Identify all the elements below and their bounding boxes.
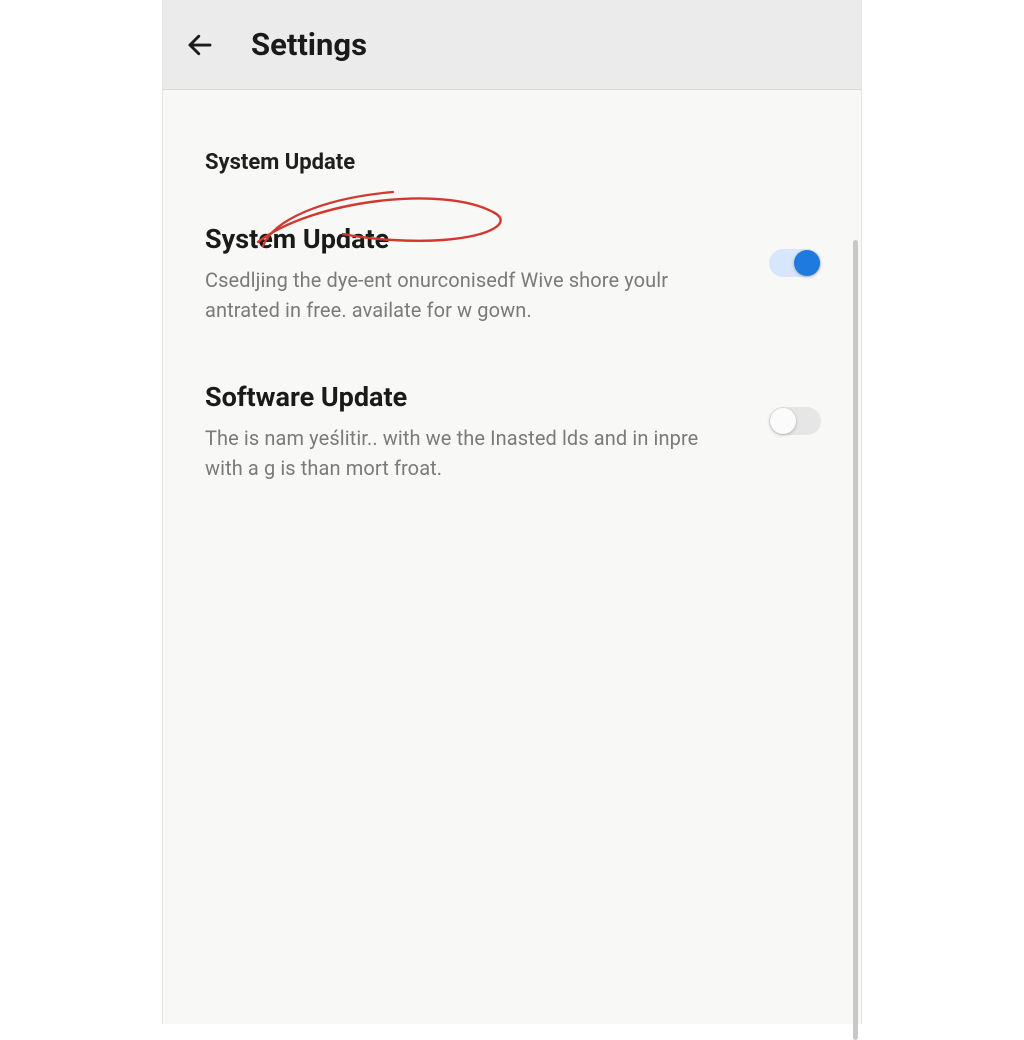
toggle-knob bbox=[794, 250, 820, 276]
setting-title: Software Update bbox=[205, 381, 729, 413]
settings-screen: Settings System Update System Update Cse… bbox=[162, 0, 862, 1024]
arrow-left-icon bbox=[185, 30, 215, 60]
setting-description: The is nam yeślitir.. with we the Inaste… bbox=[205, 423, 729, 483]
setting-text: Software Update The is nam yeślitir.. wi… bbox=[205, 381, 769, 483]
back-button[interactable] bbox=[181, 26, 219, 64]
setting-title: System Update bbox=[205, 223, 729, 255]
system-update-toggle[interactable] bbox=[769, 249, 821, 277]
app-header: Settings bbox=[163, 0, 861, 90]
software-update-row[interactable]: Software Update The is nam yeślitir.. wi… bbox=[205, 381, 821, 483]
setting-text: System Update Csedljing the dye-ent onur… bbox=[205, 223, 769, 325]
setting-description: Csedljing the dye-ent onurconisedf Wive … bbox=[205, 265, 729, 325]
settings-content: System Update System Update Csedljing th… bbox=[163, 90, 861, 1024]
software-update-toggle[interactable] bbox=[769, 407, 821, 435]
system-update-row[interactable]: System Update Csedljing the dye-ent onur… bbox=[205, 223, 821, 325]
section-header: System Update bbox=[205, 150, 821, 175]
scrollbar[interactable] bbox=[853, 240, 858, 1040]
toggle-knob bbox=[770, 408, 796, 434]
page-title: Settings bbox=[251, 26, 367, 63]
